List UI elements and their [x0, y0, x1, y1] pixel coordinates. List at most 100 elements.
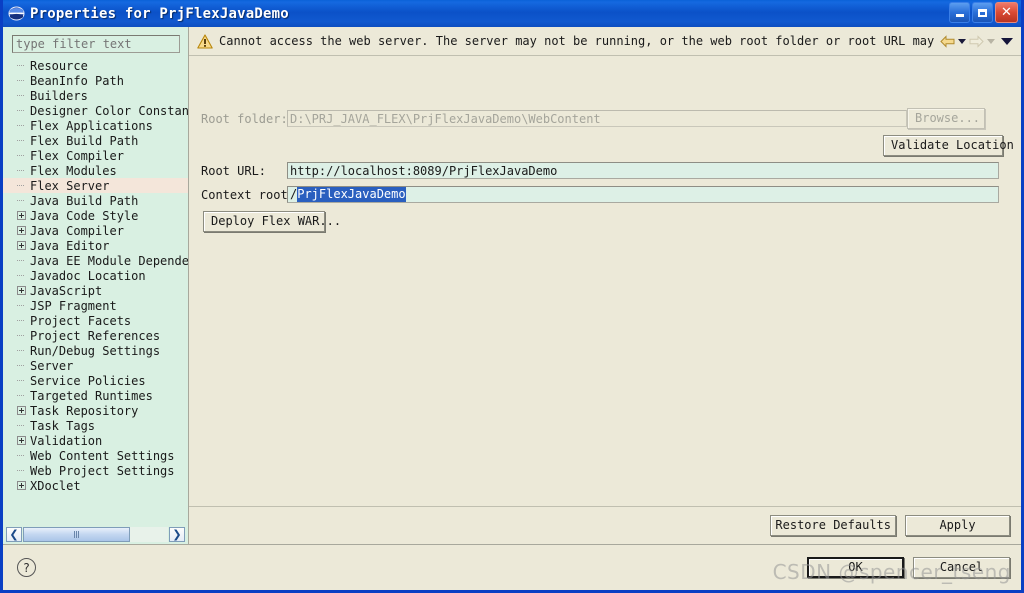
warning-message: Cannot access the web server. The server…: [219, 34, 939, 48]
root-url-label: Root URL:: [201, 163, 267, 178]
expand-icon[interactable]: [17, 436, 26, 445]
back-button[interactable]: [939, 34, 956, 49]
scroll-left-button[interactable]: ❮: [6, 527, 22, 542]
minimize-button[interactable]: [949, 2, 970, 23]
tree-item-label: Java Editor: [30, 238, 110, 253]
maximize-button[interactable]: [972, 2, 993, 23]
deploy-row: Deploy Flex WAR...: [203, 211, 341, 232]
tree-item-validation[interactable]: Validation: [3, 433, 188, 448]
tree-item-project-facets[interactable]: Project Facets: [3, 313, 188, 328]
context-root-prefix: /: [290, 187, 298, 201]
tree-item-targeted-runtimes[interactable]: Targeted Runtimes: [3, 388, 188, 403]
tree-item-javadoc-location[interactable]: Javadoc Location: [3, 268, 188, 283]
globe-icon: [8, 5, 25, 22]
title-bar: Properties for PrjFlexJavaDemo ✕: [3, 0, 1021, 27]
tree-item-label: Java Build Path: [30, 193, 139, 208]
tree-branch-icon: [17, 466, 26, 475]
tree-item-java-build-path[interactable]: Java Build Path: [3, 193, 188, 208]
apply-button[interactable]: Apply: [905, 515, 1010, 536]
browse-button[interactable]: Browse...: [907, 108, 985, 129]
tree-item-label: Designer Color Constants: [30, 103, 188, 118]
tree-item-label: Java EE Module Dependencies: [30, 253, 188, 268]
tree-item-label: Run/Debug Settings: [30, 343, 161, 358]
tree-item-task-tags[interactable]: Task Tags: [3, 418, 188, 433]
validate-location-button[interactable]: Validate Location: [883, 135, 1014, 156]
tree-item-flex-modules[interactable]: Flex Modules: [3, 163, 188, 178]
tree-horizontal-scrollbar[interactable]: ❮ ❯: [3, 527, 188, 544]
tree-item-project-references[interactable]: Project References: [3, 328, 188, 343]
tree-item-beaninfo-path[interactable]: BeanInfo Path: [3, 73, 188, 88]
forward-button: [968, 34, 985, 49]
filter-container: [3, 27, 188, 56]
tree-item-label: JavaScript: [30, 283, 103, 298]
dialog-body: ResourceBeanInfo PathBuildersDesigner Co…: [3, 27, 1021, 544]
tree-item-flex-applications[interactable]: Flex Applications: [3, 118, 188, 133]
tree-item-server[interactable]: Server: [3, 358, 188, 373]
filter-input[interactable]: [12, 35, 180, 53]
window-title: Properties for PrjFlexJavaDemo: [30, 5, 289, 22]
tree-item-label: Service Policies: [30, 373, 146, 388]
tree-item-flex-build-path[interactable]: Flex Build Path: [3, 133, 188, 148]
tree-item-label: Flex Compiler: [30, 148, 124, 163]
tree-item-flex-server[interactable]: Flex Server: [3, 178, 188, 193]
tree-item-java-code-style[interactable]: Java Code Style: [3, 208, 188, 223]
context-root-input[interactable]: / PrjFlexJavaDemo: [287, 186, 999, 203]
tree-branch-icon: [17, 331, 26, 340]
ok-button[interactable]: OK: [807, 557, 904, 578]
settings-tree[interactable]: Resource BeanInfo Path Builders Designer Co…: [3, 56, 188, 527]
tree-item-java-editor[interactable]: Java Editor: [3, 238, 188, 253]
tree-item-run-debug-settings[interactable]: Run/Debug Settings: [3, 343, 188, 358]
scroll-track[interactable]: [23, 527, 168, 542]
tree-item-resource[interactable]: Resource: [3, 58, 188, 73]
validate-row: Validate Location: [883, 135, 1014, 156]
deploy-flex-war-button[interactable]: Deploy Flex WAR...: [203, 211, 341, 232]
close-button[interactable]: ✕: [995, 2, 1018, 23]
tree-item-label: Web Project Settings: [30, 463, 175, 478]
tree-branch-icon: [17, 301, 26, 310]
expand-icon[interactable]: [17, 226, 26, 235]
tree-item-javascript[interactable]: JavaScript: [3, 283, 188, 298]
tree-item-label: XDoclet: [30, 478, 81, 493]
tree-branch-icon: [17, 151, 26, 160]
tree-item-task-repository[interactable]: Task Repository: [3, 403, 188, 418]
root-url-row: Root URL:: [201, 162, 999, 179]
cancel-button[interactable]: Cancel: [913, 557, 1010, 578]
forward-dropdown-icon: [987, 38, 995, 44]
tree-item-service-policies[interactable]: Service Policies: [3, 373, 188, 388]
tree-item-label: Javadoc Location: [30, 268, 146, 283]
settings-tree-pane: ResourceBeanInfo PathBuildersDesigner Co…: [3, 27, 189, 544]
tree-branch-icon: [17, 391, 26, 400]
scroll-right-button[interactable]: ❯: [169, 527, 185, 542]
tree-item-web-content-settings[interactable]: Web Content Settings: [3, 448, 188, 463]
back-dropdown-icon[interactable]: [958, 38, 966, 44]
root-url-input[interactable]: [287, 162, 999, 179]
tree-item-jsp-fragment[interactable]: JSP Fragment: [3, 298, 188, 313]
tree-item-label: Builders: [30, 88, 88, 103]
tree-item-java-compiler[interactable]: Java Compiler: [3, 223, 188, 238]
tree-item-flex-compiler[interactable]: Flex Compiler: [3, 148, 188, 163]
tree-item-web-project-settings[interactable]: Web Project Settings: [3, 463, 188, 478]
expand-icon[interactable]: [17, 241, 26, 250]
scroll-thumb[interactable]: [23, 527, 131, 542]
navigation-buttons: [939, 34, 1013, 49]
view-menu-icon[interactable]: [1001, 37, 1013, 45]
tree-item-java-ee-module-dependencies[interactable]: Java EE Module Dependencies: [3, 253, 188, 268]
tree-item-designer-color-constants[interactable]: Designer Color Constants: [3, 103, 188, 118]
help-icon[interactable]: ?: [17, 558, 36, 577]
restore-defaults-button[interactable]: Restore Defaults: [770, 515, 896, 536]
root-folder-label: Root folder:: [201, 111, 288, 126]
context-root-label: Context root:: [201, 187, 295, 202]
tree-branch-icon: [17, 376, 26, 385]
minimize-icon: [955, 14, 964, 17]
context-root-row: Context root: / PrjFlexJavaDemo: [201, 186, 999, 203]
tree-item-xdoclet[interactable]: XDoclet: [3, 478, 188, 493]
root-folder-input[interactable]: [287, 110, 907, 127]
window-controls: ✕: [949, 2, 1018, 23]
expand-icon[interactable]: [17, 406, 26, 415]
tree-item-label: BeanInfo Path: [30, 73, 124, 88]
expand-icon[interactable]: [17, 286, 26, 295]
expand-icon[interactable]: [17, 211, 26, 220]
expand-icon[interactable]: [17, 481, 26, 490]
tree-branch-icon: [17, 421, 26, 430]
tree-item-builders[interactable]: Builders: [3, 88, 188, 103]
